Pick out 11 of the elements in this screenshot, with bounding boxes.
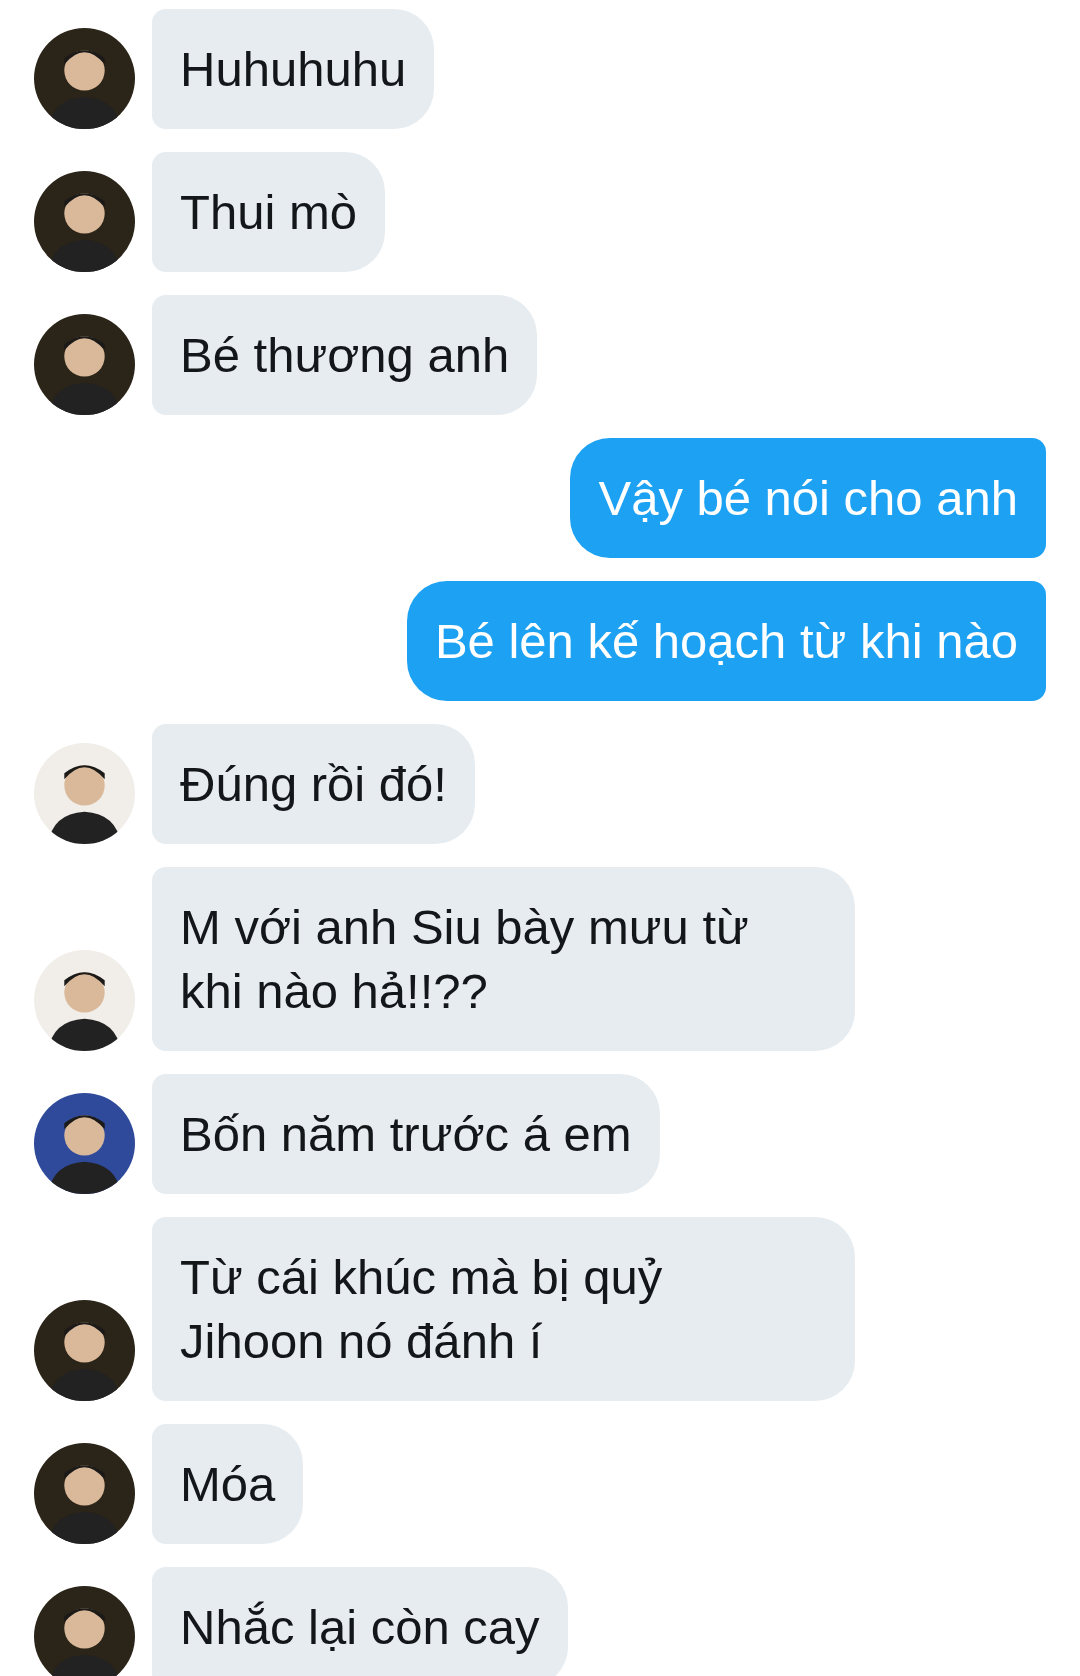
message-bubble: Bé thương anh <box>152 295 538 415</box>
message-bubble: Móa <box>152 1424 304 1544</box>
message-bubble: Thui mò <box>152 152 385 272</box>
message-bubble: Bé lên kế hoạch từ khi nào <box>406 581 1046 701</box>
message-bubble: M với anh Siu bày mưu từ khi nào hả!!?? <box>152 867 855 1051</box>
message-bubble: Nhắc lại còn cay <box>152 1567 568 1676</box>
message-bubble: Đúng rồi đó! <box>152 724 475 844</box>
message-bubble: Vậy bé nói cho anh <box>570 438 1046 558</box>
message-bubble: Huhuhuhu <box>152 9 435 129</box>
message-bubble: Từ cái khúc mà bị quỷ Jihoon nó đánh í <box>152 1217 855 1401</box>
message-bubble: Bốn năm trước á em <box>152 1074 660 1194</box>
